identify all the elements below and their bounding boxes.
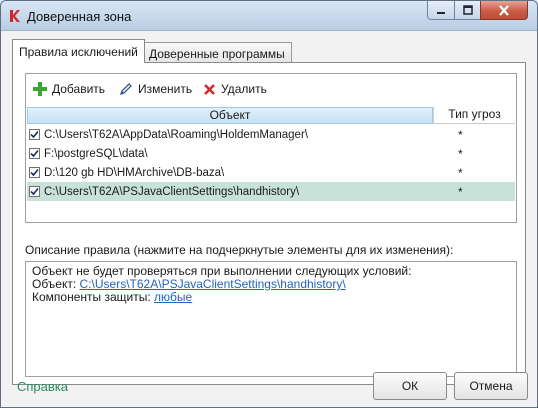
row-threat-type: * [458, 184, 463, 199]
title-bar: Доверенная зона [1, 1, 537, 31]
delete-label: Удалить [221, 82, 267, 96]
row-object-path: F:\postgreSQL\data\ [44, 147, 148, 160]
rule-description-label: Описание правила (нажмите на подчеркнуты… [25, 243, 454, 257]
object-path-link[interactable]: C:\Users\T62A\PSJavaClientSettings\handh… [80, 277, 346, 291]
row-threat-type: * [458, 146, 463, 161]
table-row[interactable]: C:\Users\T62A\AppData\Roaming\HoldemMana… [27, 125, 515, 144]
cancel-button[interactable]: Отмена [454, 372, 528, 400]
maximize-button[interactable] [454, 1, 481, 20]
table-row-selected[interactable]: C:\Users\T62A\PSJavaClientSettings\handh… [27, 182, 515, 201]
pencil-icon [120, 83, 132, 95]
checkmark-icon [30, 130, 39, 139]
row-checkbox[interactable] [29, 148, 40, 159]
dialog-content: Правила исключений Доверенные программы … [1, 31, 537, 407]
rules-list-box: Добавить Изменить Удалить Объект Тип угр… [25, 73, 517, 223]
kaspersky-logo-icon [10, 10, 20, 22]
help-link[interactable]: Справка [17, 379, 68, 394]
add-label: Добавить [52, 82, 106, 96]
ok-button[interactable]: ОК [373, 372, 447, 400]
plus-icon [33, 82, 47, 96]
add-button[interactable]: Добавить [33, 82, 105, 96]
description-components-line: Компоненты защиты: любые [32, 291, 510, 304]
row-threat-type: * [458, 127, 463, 142]
column-header-threat-type[interactable]: Тип угроз [433, 107, 515, 124]
tab-trusted-programs[interactable]: Доверенные программы [142, 42, 292, 64]
close-icon [499, 4, 509, 16]
rule-description-box: Объект не будет проверяться при выполнен… [25, 261, 517, 377]
x-icon [204, 83, 215, 95]
checkmark-icon [30, 168, 39, 177]
row-checkbox[interactable] [29, 167, 40, 178]
tab-label: Правила исключений [19, 44, 138, 59]
table-row[interactable]: F:\postgreSQL\data\ * [27, 144, 515, 163]
row-threat-type: * [458, 165, 463, 180]
window-title: Доверенная зона [27, 9, 132, 24]
exclusion-rules-panel: Добавить Изменить Удалить Объект Тип угр… [12, 62, 526, 385]
components-link[interactable]: любые [154, 290, 192, 304]
edit-label: Изменить [138, 82, 193, 96]
row-object-path: C:\Users\T62A\PSJavaClientSettings\handh… [44, 185, 300, 198]
minimize-icon [437, 12, 445, 14]
checkmark-icon [30, 149, 39, 158]
maximize-icon [462, 5, 473, 15]
row-checkbox[interactable] [29, 129, 40, 140]
row-checkbox[interactable] [29, 186, 40, 197]
close-button[interactable] [480, 1, 528, 20]
components-prefix: Компоненты защиты: [32, 290, 151, 304]
tab-exclusion-rules[interactable]: Правила исключений [12, 39, 145, 63]
rules-table-header: Объект Тип угроз [27, 107, 515, 124]
delete-button[interactable]: Удалить [203, 82, 267, 96]
row-object-path: D:\120 gb HD\HMArchive\DB-baza\ [44, 166, 225, 179]
object-prefix: Объект: [32, 277, 77, 291]
minimize-button[interactable] [427, 1, 455, 20]
column-header-object[interactable]: Объект [27, 107, 433, 124]
table-row[interactable]: D:\120 gb HD\HMArchive\DB-baza\ * [27, 163, 515, 182]
tab-label: Доверенные программы [149, 46, 285, 61]
row-object-path: C:\Users\T62A\AppData\Roaming\HoldemMana… [44, 128, 308, 141]
edit-button[interactable]: Изменить [119, 82, 192, 96]
checkmark-icon [30, 187, 39, 196]
trusted-zone-dialog: Доверенная зона Правила исключений Довер… [0, 0, 538, 408]
rules-toolbar: Добавить Изменить Удалить [26, 74, 516, 106]
